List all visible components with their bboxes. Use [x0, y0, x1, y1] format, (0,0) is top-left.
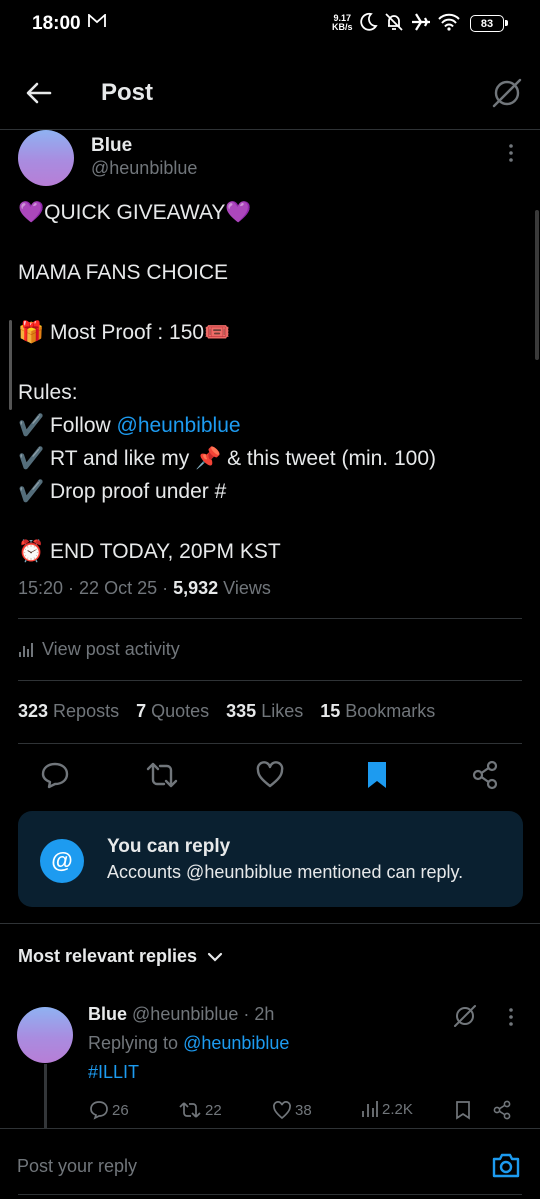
post-line: ✔️ Drop proof under # [18, 480, 227, 503]
post-line: Rules: [18, 381, 78, 404]
reposts-stat[interactable]: 323 Reposts [18, 701, 119, 722]
like-icon[interactable] [255, 760, 285, 790]
back-arrow-icon[interactable] [24, 78, 54, 108]
replying-to: Replying to @heunbiblue [88, 1033, 290, 1053]
reply-input[interactable]: Post your reply [17, 1156, 137, 1177]
views-count: 5,932 [173, 578, 219, 598]
divider [0, 923, 540, 924]
network-speed: 9.17 KB/s [332, 13, 353, 32]
bell-off-icon [385, 13, 403, 31]
grok-icon[interactable] [452, 1003, 478, 1029]
repost-icon [179, 1102, 201, 1118]
post-line: MAMA FANS CHOICE [18, 261, 229, 284]
scrollbar[interactable] [535, 210, 539, 360]
bookmarks-stat[interactable]: 15 Bookmarks [320, 701, 435, 722]
replies-sort-dropdown[interactable]: Most relevant replies [18, 946, 223, 967]
reply-header: Blue @heunbiblue · 2h [88, 1004, 275, 1024]
page-title: Post [101, 79, 154, 106]
post-line: 💜QUICK GIVEAWAY💜 [18, 201, 252, 224]
post-line: 🎁 Most Proof : 150🎟️ [18, 320, 231, 344]
quotes-stat[interactable]: 7 Quotes [136, 701, 209, 722]
dnd-moon-icon [360, 12, 378, 31]
divider [18, 1194, 522, 1195]
divider [18, 618, 522, 619]
author-avatar[interactable] [18, 130, 74, 186]
author-name[interactable]: Blue [91, 135, 132, 157]
reply-avatar[interactable] [17, 1007, 73, 1063]
repost-icon[interactable] [145, 760, 179, 790]
author-handle[interactable]: @heunbiblue [91, 158, 197, 179]
status-time: 18:00 [32, 13, 81, 34]
share-icon[interactable] [492, 1100, 512, 1120]
share-icon[interactable] [470, 760, 500, 790]
more-options-icon[interactable] [504, 1007, 518, 1027]
post-line: ✔️ RT and like my 📌 & this tweet (min. 1… [18, 447, 436, 470]
bookmark-icon[interactable] [364, 760, 390, 790]
reply-icon[interactable] [40, 760, 70, 790]
reply-author-handle[interactable]: @heunbiblue [132, 1004, 238, 1024]
chevron-down-icon [207, 952, 223, 962]
analytics-icon [19, 642, 33, 657]
bookmark-icon[interactable] [454, 1100, 472, 1120]
likes-stat[interactable]: 335 Likes [226, 701, 303, 722]
reply-permission-description: Accounts @heunbiblue mentioned can reply… [107, 862, 464, 882]
reply-age: 2h [254, 1004, 275, 1024]
thread-indicator [9, 320, 12, 410]
view-activity-link[interactable]: View post activity [18, 639, 180, 660]
reply-icon [90, 1101, 108, 1120]
wifi-icon [438, 13, 460, 31]
reply-author-name[interactable]: Blue [88, 1004, 127, 1024]
mail-icon [88, 14, 106, 27]
reply-replies[interactable]: 26 [89, 1100, 129, 1120]
battery-icon: 83 [470, 15, 508, 32]
divider [18, 680, 522, 681]
camera-icon[interactable] [491, 1151, 521, 1179]
hashtag-link[interactable]: #ILLIT [88, 1062, 139, 1083]
reply-composer: Post your reply [0, 1128, 540, 1199]
reply-permission-title: You can reply [107, 836, 231, 857]
more-options-icon[interactable] [504, 143, 518, 163]
status-icons [358, 12, 460, 32]
analytics-icon [362, 1101, 378, 1117]
mention-link[interactable]: @heunbiblue [117, 414, 241, 437]
reply-reposts[interactable]: 22 [178, 1100, 222, 1120]
engagement-stats: 323 Reposts 7 Quotes 335 Likes 15 Bookmarks [18, 701, 435, 722]
mention-icon: @ [40, 839, 84, 883]
post-meta: 15:20 · 22 Oct 25 · 5,932 Views [18, 578, 271, 598]
grok-icon[interactable] [490, 76, 524, 110]
reply-views[interactable]: 2.2K [361, 1100, 413, 1118]
like-icon [273, 1101, 291, 1120]
action-bar [0, 760, 540, 794]
airplane-icon [412, 13, 430, 31]
post-text: 💜QUICK GIVEAWAY💜 MAMA FANS CHOICE 🎁 Most… [18, 196, 528, 568]
thread-line [44, 1064, 47, 1128]
divider [18, 743, 522, 744]
post-line: ⏰ END TODAY, 20PM KST [18, 540, 281, 563]
top-app-bar: Post [0, 56, 540, 130]
reply-permission-card: @ You can reply Accounts @heunbiblue men… [18, 811, 523, 907]
status-bar: 18:00 9.17 KB/s 83 [0, 0, 540, 50]
reply-likes[interactable]: 38 [272, 1100, 312, 1120]
post-line: ✔️ Follow @heunbiblue [18, 414, 241, 437]
mention-link[interactable]: @heunbiblue [183, 1033, 289, 1053]
